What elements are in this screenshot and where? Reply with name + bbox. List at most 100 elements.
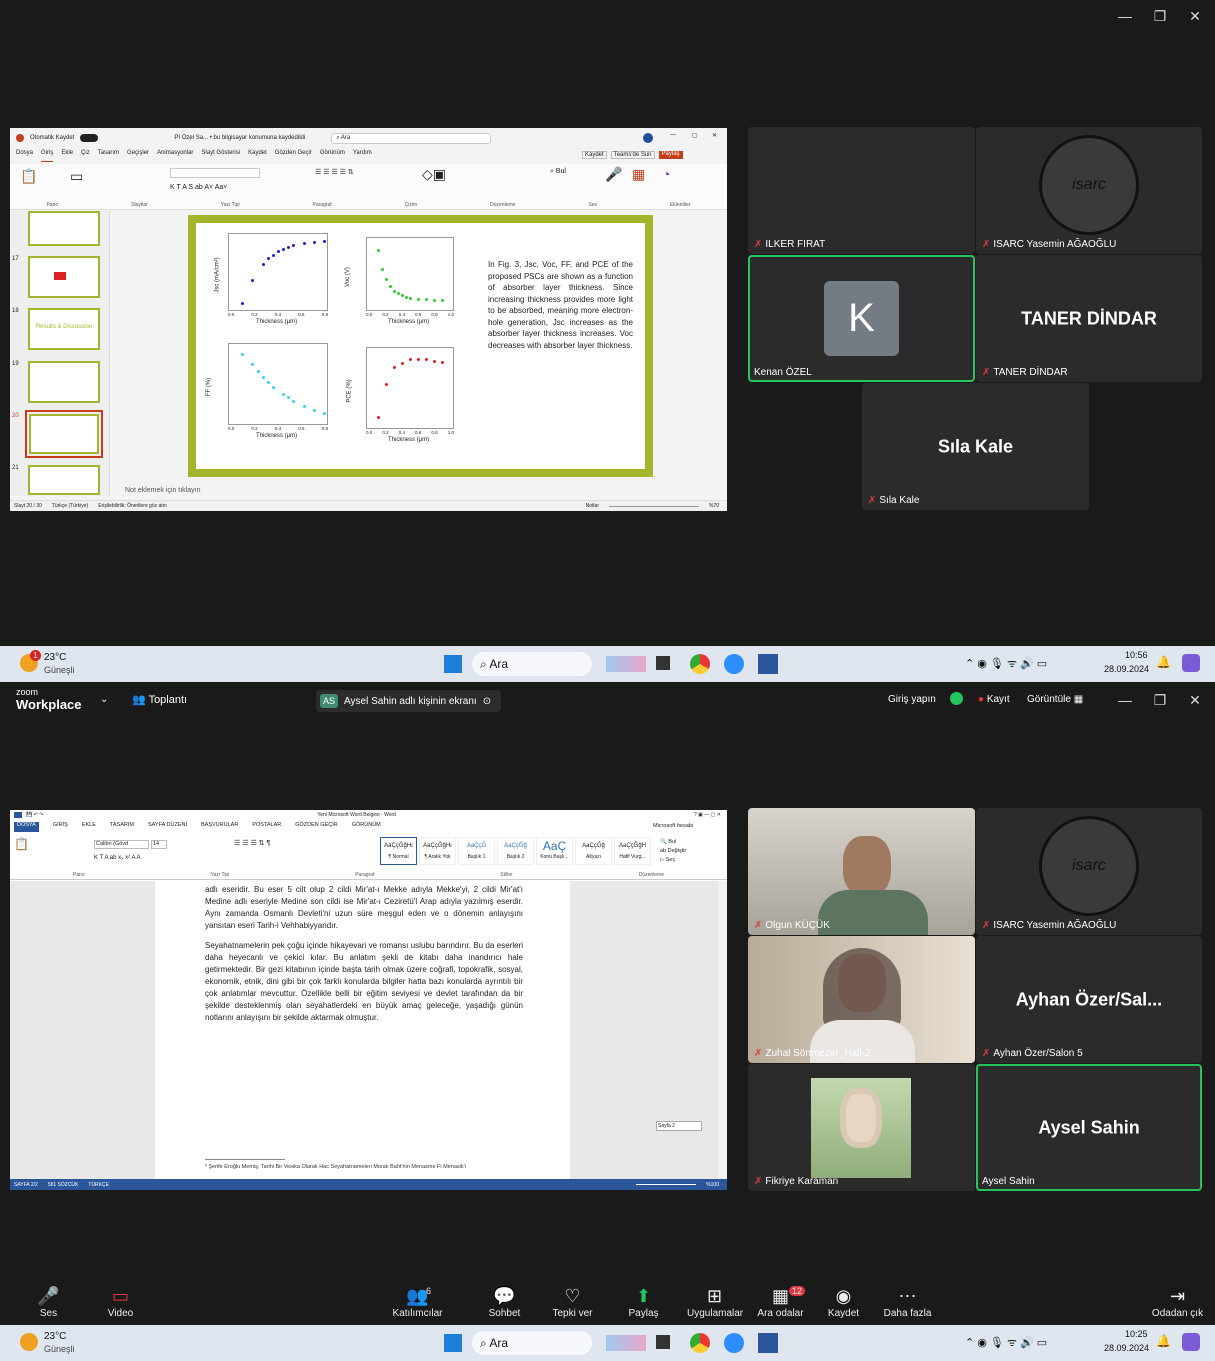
video-tile[interactable]: ✗ ILKER FIRAT <box>748 127 975 254</box>
word-icon[interactable] <box>758 1333 778 1353</box>
control-video[interactable]: ▭ Video <box>93 1286 148 1319</box>
system-tray-icons[interactable]: ⌃ ◉ 🎙 ᯤ 🔊 ▭ <box>965 656 1047 671</box>
weather-icon[interactable] <box>20 1333 38 1351</box>
record-indicator[interactable]: ● Kayıt <box>978 694 1010 705</box>
notification-bell-icon[interactable]: 🔔 <box>1156 655 1171 669</box>
control-sohbet[interactable]: 💬 Sohbet <box>477 1286 532 1319</box>
page-count[interactable]: SAYFA 2/2 <box>14 1182 38 1188</box>
font-format-icons[interactable]: K T A S ab A˅ Aa˅ <box>170 184 227 191</box>
control-ses[interactable]: 🎤 Ses <box>21 1286 76 1319</box>
widget-icon[interactable] <box>606 656 646 672</box>
notes-placeholder[interactable]: Not eklemek için tıklayın <box>125 487 200 494</box>
control-paylaş[interactable]: ⬆ Paylaş <box>616 1286 671 1319</box>
ppt-menu-2[interactable]: Ekle <box>61 150 73 162</box>
paragraph-icons[interactable]: ☰ ☰ ☰ ⇅ ¶ <box>234 839 270 847</box>
word-window-controls[interactable]: ? ▣ — ▢ ✕ <box>694 812 727 818</box>
style-preset[interactable]: AaÇçĞğH Hafif Vurg... <box>614 837 651 865</box>
restore-button[interactable]: ❐ <box>1145 8 1175 25</box>
ppt-menu-4[interactable]: Tasarım <box>98 150 119 162</box>
style-preset[interactable]: AaÇçĞğHı ¶ Normal <box>380 837 417 865</box>
view-button[interactable]: Görüntüle ▦ <box>1027 694 1083 705</box>
ppt-menu-8[interactable]: Kaydet <box>248 150 267 162</box>
ppt-menu-11[interactable]: Yardım <box>353 150 372 162</box>
task-view-icon[interactable] <box>656 656 670 670</box>
word-icon[interactable] <box>758 654 778 674</box>
word-menu-3[interactable]: TASARIM <box>110 822 134 832</box>
shapes-icon[interactable]: ◇▣ <box>422 166 446 183</box>
account-link[interactable]: Microsoft hesabı <box>653 823 693 829</box>
clock-time[interactable]: 10:56 <box>1125 650 1148 660</box>
video-tile[interactable]: TANER DİNDAR ✗ TANER DİNDAR <box>976 255 1202 382</box>
slide-thumbnail[interactable] <box>28 211 100 246</box>
zoom-icon[interactable] <box>724 654 744 674</box>
zoom-slider[interactable] <box>636 1184 697 1185</box>
video-tile-active[interactable]: Aysel Sahin Aysel Sahin <box>976 1064 1202 1191</box>
word-count[interactable]: 581 SÖZCÜK <box>48 1182 79 1188</box>
minimize-button[interactable]: — <box>1110 692 1140 708</box>
style-preset[interactable]: AaÇçĞ Başlık 1 <box>458 837 495 865</box>
zoom-icon[interactable] <box>724 1333 744 1353</box>
word-menu-6[interactable]: POSTALAR <box>252 822 281 832</box>
control-katılımcılar[interactable]: 👥 6 Katılımcılar <box>390 1286 445 1319</box>
notification-bell-icon[interactable]: 🔔 <box>1156 1334 1171 1348</box>
clock-time[interactable]: 10:25 <box>1125 1329 1148 1339</box>
notes-toggle[interactable]: Notlar <box>586 503 599 509</box>
addins-icon[interactable]: ▦ <box>632 166 645 183</box>
editing-group[interactable]: 🔍 Bul ab Değiştir ▷ Seç <box>660 838 686 865</box>
ppt-minimize-button[interactable]: — <box>670 132 676 138</box>
paste-icon[interactable]: 📋 <box>14 837 29 851</box>
ppt-menu-7[interactable]: Slayt Gösterisi <box>201 150 240 162</box>
copilot-icon[interactable] <box>1182 654 1200 672</box>
system-tray-icons[interactable]: ⌃ ◉ 🎙 ᯤ 🔊 ▭ <box>965 1335 1047 1350</box>
taskbar-search[interactable]: ⌕ Ara <box>472 1331 592 1355</box>
start-button[interactable] <box>444 655 462 673</box>
scrollbar[interactable] <box>718 881 727 1179</box>
font-name-box[interactable]: Calibri (Gövd <box>94 840 149 849</box>
ppt-search-box[interactable]: ⌕ Ara <box>331 132 492 144</box>
dictate-icon[interactable]: 🎤 <box>605 166 622 183</box>
task-view-icon[interactable] <box>656 1335 670 1349</box>
ppt-menu-1[interactable]: Giriş <box>41 150 54 162</box>
teams-present-button[interactable]: Teams'de Sun <box>610 151 655 159</box>
ppt-menu-9[interactable]: Gözden Geçir <box>275 150 312 162</box>
meeting-menu[interactable]: 👥 Toplantı <box>132 693 187 706</box>
word-menu-2[interactable]: EKLE <box>82 822 96 832</box>
video-tile[interactable]: Ayhan Özer/Sal... ✗ Ayhan Özer/Salon 5 <box>976 936 1202 1063</box>
paragraph-icons[interactable]: ☰ ☰ ☰ ☰ ⇅ <box>315 168 354 176</box>
close-button[interactable]: ✕ <box>1180 8 1210 25</box>
more-icon[interactable]: ⊙ <box>483 696 491 707</box>
control-odadan-çık[interactable]: ⇥ Odadan çık <box>1150 1286 1205 1319</box>
start-button[interactable] <box>444 1334 462 1352</box>
style-preset[interactable]: AaÇçĞğHı ¶ Aralık Yok <box>419 837 456 865</box>
control-tepki-ver[interactable]: ♡ Tepki ver <box>545 1286 600 1319</box>
chrome-icon[interactable] <box>690 1333 710 1353</box>
paste-icon[interactable]: 📋 <box>20 168 60 198</box>
word-menu-7[interactable]: GÖZDEN GEÇİR <box>295 822 337 832</box>
font-size-box[interactable]: 14 <box>151 840 167 849</box>
copilot-icon[interactable] <box>1182 1333 1200 1351</box>
clock-date[interactable]: 28.09.2024 <box>1104 1343 1149 1353</box>
widget-icon[interactable] <box>606 1335 646 1351</box>
ppt-close-button[interactable]: ✕ <box>712 132 717 139</box>
control-uygulamalar[interactable]: ⊞ Uygulamalar <box>687 1286 743 1319</box>
slide-canvas[interactable]: Thickness (μm) Jsc (mA/cm²) 0.0 0.2 0.4 0.6 0.… <box>188 215 653 477</box>
designer-icon[interactable]: ◔ <box>662 166 670 182</box>
video-tile[interactable]: Sıla Kale ✗ Sıla Kale <box>862 383 1089 510</box>
new-slide-icon[interactable]: ▭ <box>70 168 120 198</box>
word-menu-4[interactable]: SAYFA DÜZENİ <box>148 822 187 832</box>
language-status[interactable]: TÜRKÇE <box>88 1182 109 1188</box>
slide-thumbnail[interactable]: Results & Discussion <box>28 308 100 350</box>
slide-thumbnail[interactable] <box>28 465 100 495</box>
word-menu-5[interactable]: BAŞVURULAR <box>201 822 238 832</box>
style-preset[interactable]: AaÇ Konu Başlı... <box>536 837 573 865</box>
font-name-box[interactable] <box>170 168 260 178</box>
ppt-menu-10[interactable]: Görünüm <box>320 150 345 162</box>
word-menu-8[interactable]: GÖRÜNÜM <box>352 822 381 832</box>
word-menu-0[interactable]: DOSYA <box>14 822 39 832</box>
ppt-menu-0[interactable]: Dosya <box>16 150 33 162</box>
style-preset[interactable]: AaÇçĞğ Altyazı <box>575 837 612 865</box>
control-ara-odalar[interactable]: ▦ 12 Ara odalar <box>753 1286 808 1319</box>
video-tile[interactable]: isarc ✗ ISARC Yasemin AĞAOĞLU <box>976 127 1202 254</box>
ppt-menu-5[interactable]: Geçişler <box>127 150 149 162</box>
font-format-icons[interactable]: K T A ab x₂ x² A A <box>94 855 140 861</box>
